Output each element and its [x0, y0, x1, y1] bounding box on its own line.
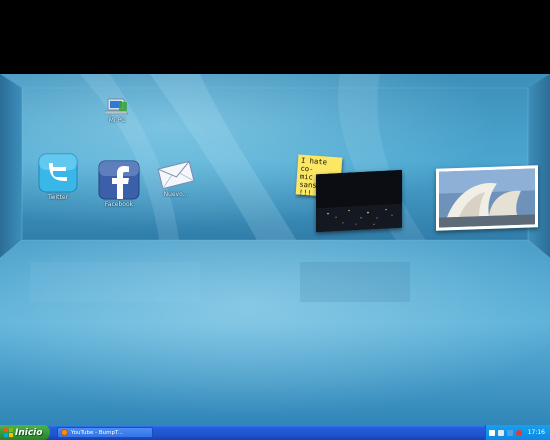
black-top-band — [0, 0, 550, 74]
alert-icon[interactable] — [516, 429, 522, 436]
facebook-icon — [98, 160, 140, 200]
my-computer-label: Mi PC — [108, 117, 126, 124]
twitter-bird-icon — [38, 153, 78, 193]
my-computer-desktop-icon[interactable]: Mi PC — [96, 98, 138, 124]
network-icon[interactable] — [489, 429, 495, 436]
mail-label: Nuevo... — [163, 191, 189, 198]
facebook-desktop-icon[interactable]: Facebook — [92, 160, 146, 208]
facebook-label: Facebook — [104, 201, 134, 208]
taskbar-item-youtube[interactable]: YouTube - BumpT... — [57, 427, 153, 438]
opera-house-photo[interactable] — [436, 165, 538, 231]
firefox-icon — [61, 429, 68, 436]
taskbar: Inicio YouTube - BumpT... 17:16 — [0, 425, 550, 440]
mail-desktop-icon[interactable]: Nuevo... — [152, 160, 200, 198]
volume-icon[interactable] — [498, 429, 504, 436]
envelope-icon — [157, 160, 195, 190]
clock[interactable]: 17:16 — [528, 429, 545, 436]
taskbar-item-label: YouTube - BumpT... — [71, 429, 123, 436]
windows-logo-icon — [4, 428, 13, 437]
security-icon[interactable] — [507, 429, 513, 436]
start-button[interactable]: Inicio — [0, 425, 50, 440]
computer-icon — [105, 98, 129, 115]
system-tray: 17:16 — [485, 425, 550, 440]
twitter-label: Twitter — [47, 194, 69, 201]
start-label: Inicio — [15, 427, 43, 438]
twitter-desktop-icon[interactable]: Twitter — [30, 153, 86, 201]
desktop-3d-room: Mi PC Twitter Facebook Nuevo... I hate c… — [0, 0, 550, 425]
opera-house-image — [439, 168, 535, 228]
night-city-photo[interactable] — [316, 169, 402, 233]
